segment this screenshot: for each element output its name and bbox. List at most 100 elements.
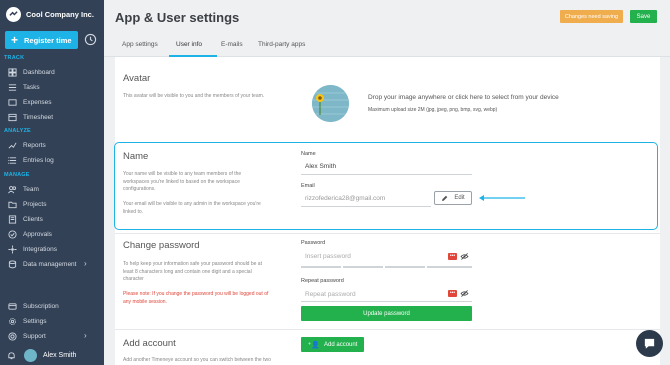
section-analyze: ANALYZE <box>4 128 31 134</box>
register-time-button[interactable]: + Register time <box>5 31 78 49</box>
sidebar-item-label: Team <box>23 185 39 193</box>
subscription-icon <box>7 301 17 311</box>
avatar <box>24 348 37 362</box>
password-title: Change password <box>123 240 200 251</box>
user-menu[interactable]: Alex Smith <box>0 345 104 365</box>
bell-icon[interactable] <box>7 351 16 360</box>
upload-size-note: Maximum upload size 2M (jpg, jpeg, png, … <box>368 107 498 113</box>
eye-off-icon[interactable] <box>460 253 469 260</box>
sidebar-item-label: Approvals <box>23 230 52 238</box>
changes-need-saving-button[interactable]: Changes need saving <box>560 10 623 23</box>
sidebar-item-support[interactable]: Support <box>7 330 46 342</box>
password-input[interactable]: Insert password <box>301 252 472 266</box>
clients-icon <box>7 214 17 224</box>
email-desc: Your email will be visible to any admin … <box>123 201 261 215</box>
name-title: Name <box>123 151 149 162</box>
sidebar-item-timesheet[interactable]: Timesheet <box>7 111 53 123</box>
name-label: Name <box>301 151 316 157</box>
tab-emails[interactable]: E-mails <box>221 41 243 48</box>
sidebar-item-dashboard[interactable]: Dashboard <box>7 66 55 78</box>
sidebar-item-label: Timesheet <box>23 113 54 121</box>
arrow-left-icon <box>479 195 525 201</box>
password-manager-icon[interactable]: ••• <box>448 253 457 260</box>
sidebar-item-label: Dashboard <box>23 68 55 76</box>
data-management-icon <box>7 259 17 269</box>
drop-image-text[interactable]: Drop your image anywhere or click here t… <box>368 94 559 101</box>
sidebar-item-tasks[interactable]: Tasks <box>7 81 40 93</box>
sidebar-item-expenses[interactable]: Expenses <box>7 96 52 108</box>
projects-icon <box>7 199 17 209</box>
sidebar-item-entries-log[interactable]: Entries log <box>7 154 54 166</box>
strength-bar-4 <box>427 266 472 268</box>
section-track: TRACK <box>4 55 25 61</box>
sidebar-item-data-management[interactable]: Data management <box>7 258 76 270</box>
sunflower-image-icon <box>312 85 349 122</box>
edit-email-button[interactable]: Edit <box>434 191 472 205</box>
section-manage: MANAGE <box>4 172 30 178</box>
tab-third-party-apps[interactable]: Third-party apps <box>258 41 305 48</box>
brand[interactable]: Cool Company Inc. <box>6 6 102 22</box>
sidebar-item-label: Projects <box>23 200 47 208</box>
reports-icon <box>7 140 17 150</box>
avatar-image[interactable] <box>312 85 349 122</box>
sidebar-item-settings[interactable]: Settings <box>7 315 47 327</box>
sidebar: Cool Company Inc. + Register time TRACK … <box>0 0 104 365</box>
add-account-button[interactable]: ⁺👤 Add account <box>301 337 364 352</box>
sidebar-item-label: Clients <box>23 215 43 223</box>
sidebar-item-label: Subscription <box>23 302 59 310</box>
register-time-label: Register time <box>24 35 72 45</box>
password-warning: Please note: If you change the password … <box>123 291 269 305</box>
team-icon <box>7 184 17 194</box>
repeat-password-label: Repeat password <box>301 278 344 284</box>
sidebar-item-clients[interactable]: Clients <box>7 213 43 225</box>
sidebar-item-projects[interactable]: Projects <box>7 198 46 210</box>
edit-label: Edit <box>454 195 465 201</box>
eye-off-icon[interactable] <box>460 290 469 297</box>
sidebar-item-label: Entries log <box>23 156 54 164</box>
sidebar-item-integrations[interactable]: Integrations <box>7 243 57 255</box>
tabs: App settings User info E-mails Third-par… <box>104 34 670 57</box>
pencil-icon <box>442 195 448 201</box>
tab-app-settings[interactable]: App settings <box>122 41 158 48</box>
chevron-right-icon[interactable]: › <box>84 259 87 268</box>
add-account-label: Add account <box>324 341 358 348</box>
sidebar-item-team[interactable]: Team <box>7 183 39 195</box>
update-password-button[interactable]: Update password <box>301 306 472 321</box>
sidebar-item-reports[interactable]: Reports <box>7 139 46 151</box>
sidebar-item-label: Tasks <box>23 83 40 91</box>
sidebar-item-approvals[interactable]: Approvals <box>7 228 52 240</box>
entries-log-icon <box>7 155 17 165</box>
sidebar-item-label: Reports <box>23 141 46 149</box>
chevron-right-icon[interactable]: › <box>84 331 87 340</box>
plus-icon: + <box>11 33 19 47</box>
repeat-password-underline <box>301 301 472 302</box>
approvals-icon <box>7 229 17 239</box>
chat-icon <box>644 338 655 349</box>
support-icon <box>7 331 17 341</box>
password-desc: To help keep your information safe your … <box>123 261 262 282</box>
sidebar-item-subscription[interactable]: Subscription <box>7 300 59 312</box>
add-user-icon: ⁺👤 <box>307 341 321 349</box>
avatar-title: Avatar <box>123 73 151 84</box>
page-title: App & User settings <box>115 10 240 25</box>
sidebar-item-label: Expenses <box>23 98 52 106</box>
name-desc: Your name will be visible to any team me… <box>123 171 242 192</box>
header: App & User settings Changes need saving … <box>104 0 670 34</box>
chat-button[interactable] <box>636 330 663 357</box>
tasks-icon <box>7 82 17 92</box>
password-manager-icon[interactable]: ••• <box>448 290 457 297</box>
repeat-password-placeholder: Repeat password <box>305 291 356 298</box>
add-account-title: Add account <box>123 338 176 349</box>
dashboard-icon <box>7 67 17 77</box>
name-input-underline <box>301 174 472 175</box>
save-button[interactable]: Save <box>630 10 657 23</box>
clock-icon[interactable] <box>84 33 97 46</box>
tab-user-info[interactable]: User info <box>176 41 202 48</box>
password-placeholder: Insert password <box>305 253 351 260</box>
email-field[interactable]: rizzofederica28@gmail.com <box>305 195 385 202</box>
sidebar-item-label: Integrations <box>23 245 57 253</box>
name-input[interactable]: Alex Smith <box>305 163 336 170</box>
sidebar-item-label: Settings <box>23 317 47 325</box>
company-name: Cool Company Inc. <box>26 9 94 19</box>
add-account-desc: Add another Timeneye account so you can … <box>123 357 271 363</box>
